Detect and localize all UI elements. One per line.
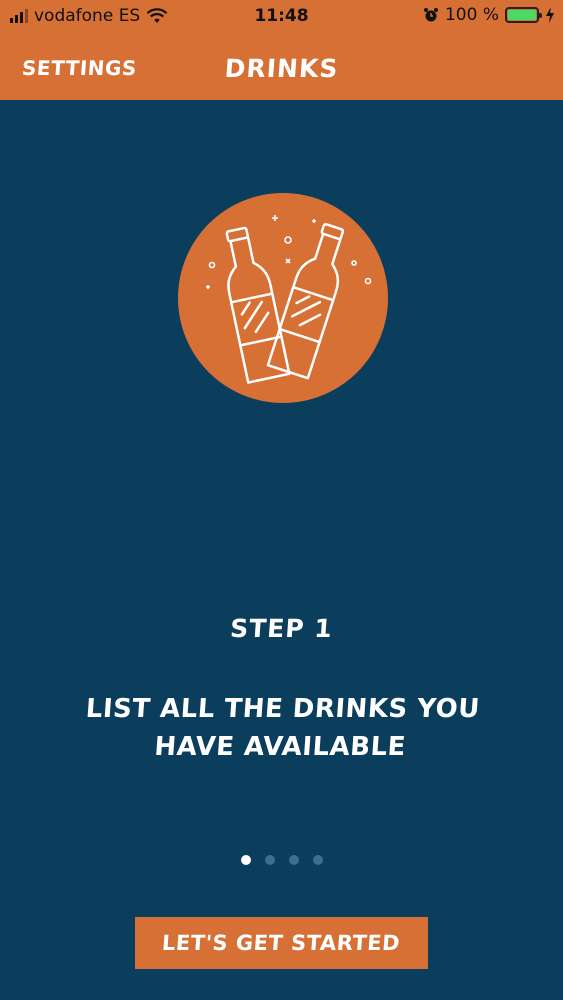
battery-percent: 100 % [444,5,499,25]
step-description-line-2: HAVE AVAILABLE [153,732,407,762]
charging-bolt-icon [546,7,554,23]
status-bar: vodafone ES 11:48 100 % [0,0,563,34]
step-label: STEP 1 [229,614,334,643]
step-description-line-1: LIST ALL THE DRINKS YOU [84,694,481,724]
page-dot-3[interactable] [288,855,299,865]
page-dot-1[interactable] [240,855,251,865]
bottles-icon [178,193,388,403]
page-dot-4[interactable] [312,855,323,865]
page-indicator [0,855,563,865]
step-description: LIST ALL THE DRINKS YOU HAVE AVAILABLE [57,690,505,766]
alarm-clock-icon [423,8,438,22]
page-title: DRINKS [223,54,340,83]
battery-level [508,10,536,20]
get-started-button[interactable]: LET'S GET STARTED [135,917,428,969]
page-dot-2[interactable] [264,855,275,865]
status-right: 100 % [423,5,555,25]
battery-icon [505,7,542,23]
get-started-label: LET'S GET STARTED [161,931,402,955]
nav-bar: SETTINGS DRINKS [0,34,563,100]
